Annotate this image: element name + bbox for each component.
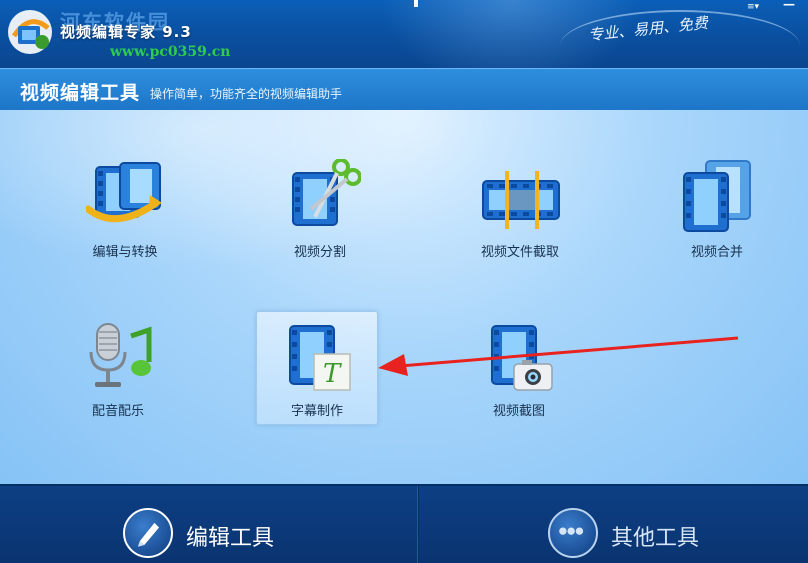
app-logo-icon: [8, 10, 52, 54]
tool-subtitle[interactable]: T 字幕制作: [256, 311, 378, 425]
tool-video-trim[interactable]: 视频文件截取: [459, 152, 581, 266]
title-divider: [414, 0, 418, 7]
edit-tools-label: 编辑工具: [186, 526, 275, 551]
annotation-arrow-icon: [378, 336, 739, 376]
tool-video-merge[interactable]: 视频合并: [656, 152, 778, 266]
slogan: 专业、易用、免费: [587, 13, 709, 45]
tool-label: 视频文件截取: [480, 245, 559, 260]
more-dots-icon: [548, 508, 598, 558]
title-bar: 河东软件园 视频编辑专家 9.3 www.pc0359.cn 专业、易用、免费 …: [0, 0, 808, 68]
app-title: 视频编辑专家 9.3: [60, 23, 192, 41]
film-subtitle-icon: T: [289, 325, 351, 391]
pencil-icon: [123, 508, 173, 558]
film-scissors-icon: [292, 159, 361, 226]
tool-label: 编辑与转换: [92, 245, 158, 260]
edit-tools-tab[interactable]: 编辑工具: [0, 486, 400, 563]
tool-label: 视频合并: [690, 245, 743, 260]
section-subtitle: 操作简单，功能齐全的视频编辑助手: [150, 87, 343, 101]
tool-label: 视频分割: [293, 245, 346, 260]
menu-dropdown-button[interactable]: ≡▾: [744, 0, 762, 16]
svg-text:T: T: [323, 359, 342, 389]
minimize-button[interactable]: —: [780, 0, 798, 14]
film-merge-icon: [683, 160, 751, 232]
tool-grid: 编辑与转换 视频分割 视频文件截取 视频合并 配音配乐 T 字幕制作 视频截图: [0, 110, 808, 484]
section-header: 视频编辑工具 操作简单，功能齐全的视频编辑助手: [0, 68, 808, 110]
bottom-nav: 编辑工具 其他工具: [0, 484, 808, 563]
tool-label: 字幕制作: [290, 404, 343, 419]
microphone-music-icon: [89, 323, 152, 387]
tool-edit-convert[interactable]: 编辑与转换: [64, 152, 186, 266]
watermark-url: www.pc0359.cn: [110, 44, 231, 60]
other-tools-tab[interactable]: 其他工具: [419, 486, 808, 563]
film-convert-icon: [86, 162, 162, 223]
film-trim-icon: [482, 171, 560, 229]
tool-label: 视频截图: [492, 404, 545, 419]
tool-dub-music[interactable]: 配音配乐: [57, 311, 179, 425]
tool-label: 配音配乐: [91, 404, 144, 419]
other-tools-label: 其他工具: [611, 526, 700, 551]
section-title: 视频编辑工具: [20, 82, 141, 104]
tool-video-split[interactable]: 视频分割: [259, 152, 381, 266]
